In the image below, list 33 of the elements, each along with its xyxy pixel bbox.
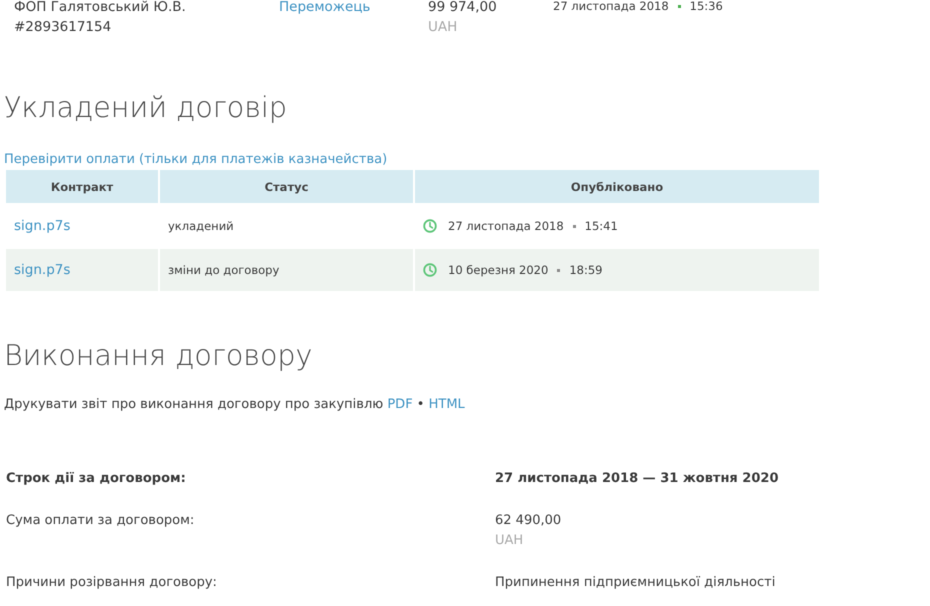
detail-label: Строк дії за договором: <box>6 470 186 488</box>
detail-label: Сума оплати за договором: <box>6 512 194 530</box>
clock-icon <box>423 219 437 233</box>
report-link[interactable]: HTML <box>428 397 465 412</box>
clock-icon <box>423 263 437 277</box>
detail-value: 62 490,00 <box>495 512 562 530</box>
column-header: Опубліковано <box>415 170 819 203</box>
time-text: 15:36 <box>690 0 723 14</box>
column-header: Статус <box>160 170 413 203</box>
date-text: 10 березня 2020 <box>448 263 548 277</box>
report-print-text: Друкувати звіт про виконання договору про закупівлю PDF • HTML <box>4 396 465 414</box>
supplier-id: #2893617154 <box>14 18 112 37</box>
report-link[interactable]: PDF <box>387 397 413 412</box>
status-cell-text: укладений <box>167 218 235 235</box>
currency-label: UAH <box>428 18 458 37</box>
currency-label: UAH <box>495 532 524 550</box>
detail-label: Причини розірвання договору: <box>6 574 217 592</box>
status-link[interactable]: Переможець <box>279 0 370 17</box>
detail-value: 27 листопада 2018 — 31 жовтня 2020 <box>495 470 778 488</box>
date-text: 27 листопада 2018 <box>553 0 669 14</box>
column-header: Контракт <box>6 170 158 203</box>
status-cell: зміни до договору <box>160 249 413 291</box>
section-heading: Виконання договору <box>3 338 312 374</box>
section-heading: Укладений договір <box>3 90 287 126</box>
supplier-name: ФОП Галятовський Ю.В. <box>14 0 186 17</box>
check-payments-link[interactable]: Перевірити оплати (тільки для платежів казначейства) <box>4 151 388 169</box>
file-link[interactable]: sign.p7s <box>14 262 70 278</box>
file-link[interactable]: sign.p7s <box>14 218 70 234</box>
time-text: 15:41 <box>584 219 618 233</box>
time-text: 18:59 <box>569 263 602 277</box>
detail-value: Припинення підприємницької діяльності <box>495 574 776 592</box>
date-text: 27 листопада 2018 <box>448 219 564 233</box>
amount-value: 99 974,00 <box>428 0 497 17</box>
